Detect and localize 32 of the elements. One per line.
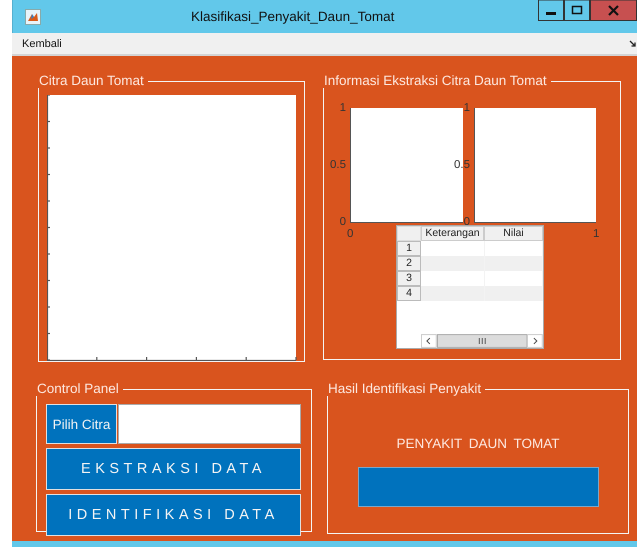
table-cell (421, 286, 485, 301)
panel-title: Informasi Ekstraksi Citra Daun Tomat (323, 74, 548, 88)
row-header: 1 (397, 241, 421, 256)
column-header[interactable]: Nilai (484, 226, 543, 241)
axis-tick-label: 0.5 (330, 159, 346, 171)
panel-title: Control Panel (36, 382, 120, 396)
row-header: 4 (397, 286, 421, 301)
table-cell (421, 256, 485, 271)
axis-tick-label: 0 (464, 216, 470, 228)
axis-tick-label: 1 (593, 228, 600, 240)
axis-tick-label: 1 (340, 102, 346, 114)
maximize-button[interactable] (564, 0, 590, 21)
panel-title: Citra Daun Tomat (38, 74, 145, 88)
axis-tick-label: 1 (464, 102, 470, 114)
row-header: 2 (397, 256, 421, 271)
window-title: Klasifikasi_Penyakit_Daun_Tomat (191, 9, 394, 24)
corner-cell (397, 226, 421, 241)
axis-tick-label: 0 (340, 216, 346, 228)
action-button[interactable]: IDENTIFIKASI DATA (46, 494, 301, 536)
row-header: 3 (397, 271, 421, 286)
app-icon (25, 8, 41, 24)
action-button[interactable]: EKSTRAKSI DATA (46, 448, 301, 490)
column-header[interactable]: Keterangan (421, 226, 484, 241)
panel-title: Hasil Identifikasi Penyakit (327, 382, 482, 396)
menu-item[interactable]: Kembali (22, 38, 62, 50)
arrow-icon[interactable] (629, 40, 637, 48)
result-label: PENYAKIT DAUN TOMAT (396, 436, 560, 451)
close-button[interactable] (590, 0, 637, 21)
minimize-button[interactable] (538, 0, 564, 21)
pick-image-button[interactable]: Pilih Citra (46, 404, 117, 444)
file-path-field[interactable] (118, 404, 301, 444)
axis-tick-label: 0 (347, 228, 354, 240)
